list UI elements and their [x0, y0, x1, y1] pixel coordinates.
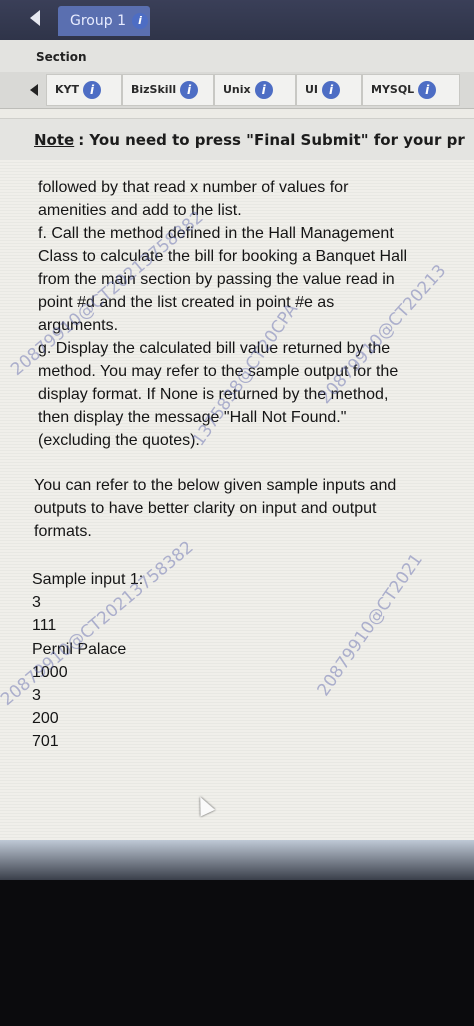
screen-bezel: [0, 840, 474, 880]
refer-line: You can refer to the below given sample …: [34, 477, 397, 494]
group-label: Group 1: [70, 13, 126, 29]
back-arrow-icon[interactable]: [30, 10, 40, 26]
tab-label: MYSQL: [371, 83, 415, 96]
group-tab[interactable]: Group 1 i: [58, 6, 150, 36]
mouse-pointer-icon: [192, 793, 216, 817]
watermark: 20879910@CT2021: [313, 550, 427, 700]
screen: Group 1i Section KYT i BizSkill i Unix i UI…: [0, 0, 474, 880]
info-icon[interactable]: i: [418, 81, 437, 99]
tab-label: UI: [305, 83, 319, 96]
sample-value: 200: [32, 710, 59, 728]
info-icon[interactable]: i: [322, 81, 341, 99]
question-line: f. Call the method defined in the Hall M…: [38, 225, 394, 242]
note-text: Note: You need to press "Final Submit" f…: [34, 131, 465, 149]
tab-kyt[interactable]: KYT i: [46, 74, 122, 106]
tab-mysql[interactable]: MYSQL i: [362, 74, 460, 106]
note-bar: Note: You need to press "Final Submit" f…: [0, 118, 474, 162]
sample-value: 3: [32, 686, 41, 704]
tab-label: KYT: [55, 83, 79, 96]
info-icon[interactable]: i: [83, 81, 101, 99]
tab-label: Unix: [223, 83, 251, 96]
question-line: then display the message "Hall Not Found…: [38, 409, 347, 426]
tabs-prev-arrow-icon[interactable]: [30, 84, 38, 96]
refer-text: You can refer to the below given sample …: [34, 474, 454, 543]
section-tabs: KYT i BizSkill i Unix i UI i MYSQL i: [0, 72, 474, 109]
tab-label: BizSkill: [131, 83, 177, 96]
question-line: (excluding the quotes).: [38, 432, 200, 449]
section-bar: Section: [0, 40, 474, 73]
info-icon[interactable]: i: [131, 13, 148, 29]
tab-unix[interactable]: Unix i: [214, 74, 296, 106]
top-bar: Group 1 i: [0, 0, 474, 40]
refer-line: outputs to have better clarity on input …: [34, 500, 377, 517]
question-line: followed by that read x number of values…: [38, 179, 349, 196]
tab-bizskill[interactable]: BizSkill i: [122, 74, 214, 106]
note-label: Note: [34, 131, 75, 149]
info-icon[interactable]: i: [254, 81, 273, 99]
question-line: amenities and add to the list.: [38, 202, 242, 219]
question-content: followed by that read x number of values…: [0, 160, 474, 850]
question-line: Class to calculate the bill for booking …: [38, 248, 408, 265]
note-message: : You need to press "Final Submit" for y…: [78, 131, 465, 149]
sample-value: 701: [32, 733, 59, 751]
refer-line: formats.: [34, 523, 92, 540]
section-label: Section: [36, 50, 87, 64]
info-icon[interactable]: i: [180, 81, 199, 99]
tab-ui[interactable]: UI i: [296, 74, 362, 106]
